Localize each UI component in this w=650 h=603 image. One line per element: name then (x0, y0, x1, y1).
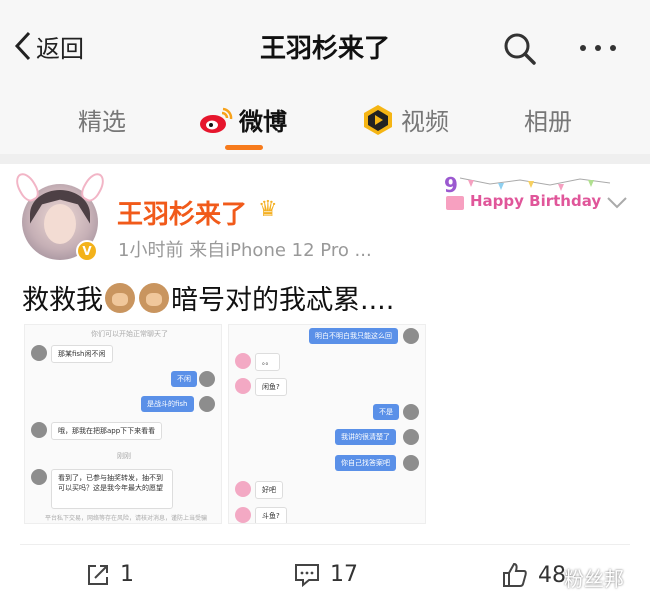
tab-label: 相册 (524, 108, 572, 136)
repost-count: 1 (120, 562, 134, 587)
chat-avatar (235, 481, 251, 497)
action-divider (20, 544, 630, 545)
chat-message: 。。 (255, 353, 280, 371)
post-image-2[interactable]: 明白不明白我只能这么回 。。 闲鱼? 不是 我讲的很清楚了 你自己找答案吧 好吧… (228, 324, 426, 524)
chat-message: 我讲的很清楚了 (335, 429, 396, 445)
tab-video[interactable]: 视频 (361, 102, 449, 137)
post-image-1[interactable]: 你们可以开始正常聊天了 那某fish闲不闲 不闲 是战斗的fish 哦，那我在把… (24, 324, 222, 524)
post-meta: 1小时前 来自iPhone 12 Pro ... (118, 240, 372, 261)
comment-icon (295, 563, 319, 587)
chat-footer-note: 平台私下交易，网络等存在风险，请核对消息，谨防上当受骗 (45, 515, 208, 522)
see-no-evil-monkey-icon (139, 283, 169, 313)
see-no-evil-monkey-icon (105, 283, 135, 313)
thumbs-up-icon (503, 562, 527, 587)
birthday-badge-text: Happy Birthday (470, 192, 601, 210)
chat-message: 看到了，已参与抽奖转发，抽不到可以买吗？这是我今年最大的愿望 (51, 469, 173, 509)
chat-avatar (403, 455, 419, 471)
watermark: 粉丝邦 (564, 567, 624, 591)
chat-message: 不是 (373, 404, 399, 420)
video-icon (364, 104, 392, 135)
chat-avatar (199, 396, 215, 412)
post-username[interactable]: 王羽杉来了 (117, 194, 247, 231)
chat-avatar (31, 469, 47, 485)
tab-label: 微博 (239, 108, 287, 136)
page-title: 王羽杉来了 (259, 34, 390, 64)
section-divider (0, 154, 650, 164)
more-icon[interactable] (580, 45, 616, 51)
weibo-logo-icon (200, 107, 233, 133)
post-text-part: 暗号对的我忒累.... (171, 285, 395, 316)
search-icon[interactable] (503, 32, 537, 66)
chat-avatar (235, 353, 251, 369)
chat-message: 不闲 (171, 371, 197, 387)
like-count: 48 (538, 562, 566, 588)
chat-avatar (235, 378, 251, 394)
chat-message: 闲鱼? (255, 378, 287, 396)
tab-label: 视频 (401, 108, 449, 136)
chevron-down-icon[interactable] (606, 196, 628, 210)
tab-album[interactable]: 相册 (524, 102, 572, 137)
like-button[interactable]: 48 (502, 562, 566, 588)
chat-avatar (199, 371, 215, 387)
tab-featured[interactable]: 精选 (78, 102, 126, 137)
post-text-part: 救救我 (22, 285, 103, 316)
chat-message: 明白不明白我只能这么回 (309, 328, 398, 344)
svg-text:9: 9 (444, 173, 458, 197)
comment-button[interactable]: 17 (294, 562, 358, 587)
repost-button[interactable]: 1 (86, 562, 134, 587)
chat-avatar (403, 328, 419, 344)
tab-label: 精选 (78, 108, 126, 136)
crown-icon: ♛ (258, 197, 278, 222)
post-text: 救救我 暗号对的我忒累.... (22, 278, 394, 317)
chat-message: 你自己找答案吧 (335, 455, 396, 471)
chat-avatar (31, 345, 47, 361)
chat-avatar (403, 404, 419, 420)
chat-system-note: 刚刚 (117, 452, 131, 460)
tab-weibo[interactable]: 微博 (199, 102, 287, 137)
chat-avatar (31, 422, 47, 438)
chat-message: 哦，那我在把那app下下来看看 (51, 422, 163, 440)
verified-badge-icon: V (76, 240, 98, 262)
chat-message: 斗鱼? (255, 507, 287, 523)
comment-count: 17 (330, 562, 358, 587)
active-tab-indicator (225, 145, 263, 150)
chat-avatar (403, 429, 419, 445)
chat-message: 是战斗的fish (141, 396, 194, 412)
chat-avatar (235, 507, 251, 523)
share-icon (88, 564, 108, 585)
chat-message: 好吧 (255, 481, 283, 499)
chat-note: 你们可以开始正常聊天了 (91, 330, 168, 338)
birthday-badge[interactable]: 9 Happy Birthday (440, 170, 612, 218)
chat-message: 那某fish闲不闲 (51, 345, 113, 363)
